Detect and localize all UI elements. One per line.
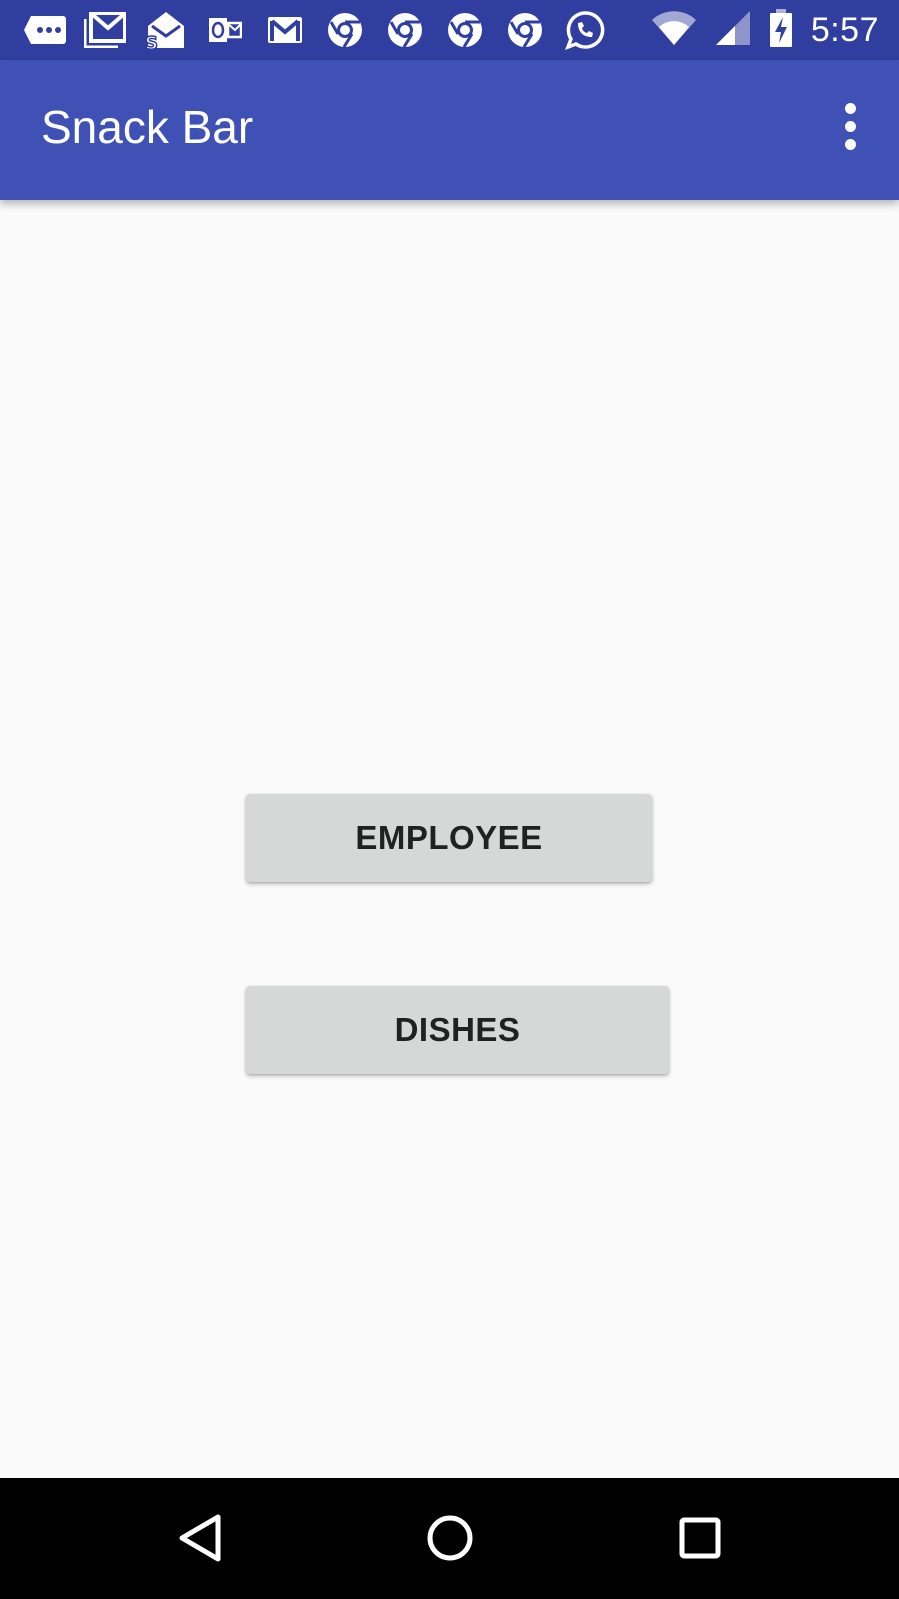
cellular-signal-icon: [715, 10, 751, 51]
menu-dot: [844, 120, 856, 132]
main-content: EMPLOYEE DISHES: [0, 200, 899, 1478]
system-icons: 5:57: [651, 8, 879, 53]
whatsapp-icon: [562, 10, 608, 50]
notification-icons: S: [22, 10, 608, 50]
chrome-icon: [322, 10, 368, 50]
menu-dot: [844, 102, 856, 114]
chrome-icon: [382, 10, 428, 50]
back-icon[interactable]: [160, 1498, 240, 1578]
outlook-icon: [202, 10, 248, 50]
chrome-icon: [442, 10, 488, 50]
wifi-icon: [651, 10, 697, 51]
gmail-icon: [82, 10, 128, 50]
dishes-button[interactable]: DISHES: [246, 986, 669, 1074]
chat-bubble-icon: [22, 10, 68, 50]
home-icon[interactable]: [410, 1498, 490, 1578]
employee-button[interactable]: EMPLOYEE: [246, 794, 652, 882]
app-title: Snack Bar: [41, 101, 254, 153]
menu-dot: [844, 138, 856, 150]
svg-text:S: S: [145, 33, 158, 50]
recent-apps-icon[interactable]: [660, 1498, 740, 1578]
chrome-icon: [502, 10, 548, 50]
app-bar: Snack Bar: [0, 60, 899, 200]
navigation-bar: [0, 1478, 899, 1599]
gmail-icon: [262, 10, 308, 50]
screen: S 5:57 Snack Bar EMPLOYEE DISHES: [0, 0, 899, 1599]
status-bar: S 5:57: [0, 0, 899, 60]
battery-charging-icon: [769, 8, 793, 53]
more-vert-icon[interactable]: [835, 96, 865, 156]
status-time: 5:57: [810, 10, 879, 49]
mail-s-icon: S: [142, 10, 188, 50]
